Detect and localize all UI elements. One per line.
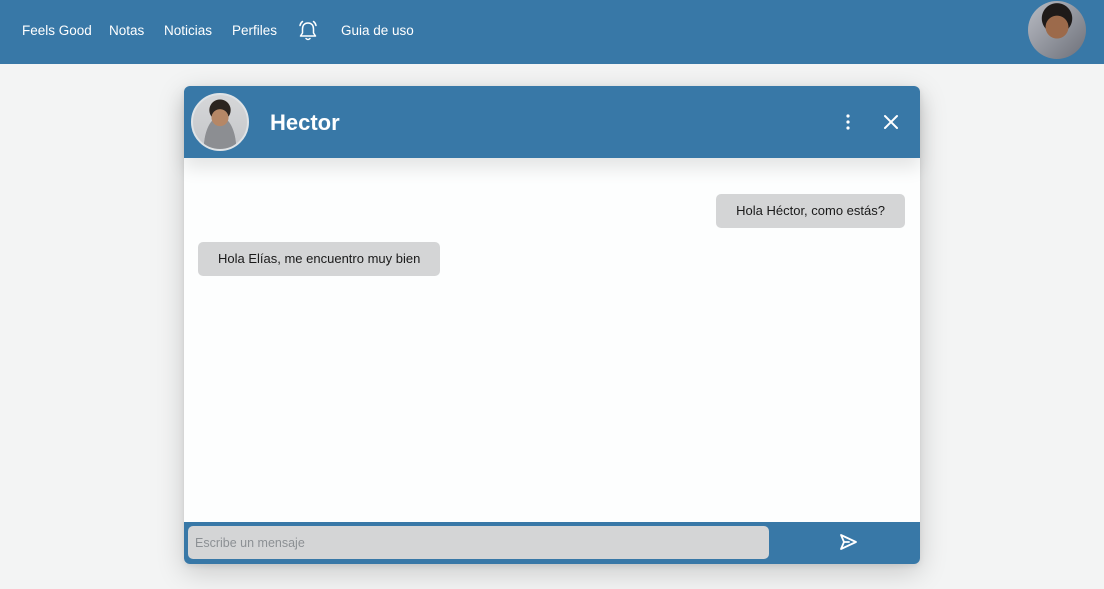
chat-header: Hector [184,86,920,158]
nav-link-noticias[interactable]: Noticias [164,22,212,40]
nav-link-perfiles[interactable]: Perfiles [232,22,277,40]
close-icon[interactable] [880,111,902,133]
send-icon[interactable] [838,532,858,552]
user-avatar[interactable] [1028,1,1086,59]
message-received: Hola Elías, me encuentro muy bien [198,242,441,276]
nav-link-guia-de-uso[interactable]: Guia de uso [341,22,414,40]
nav-link-feels-good[interactable]: Feels Good [22,22,92,40]
message-composer [184,522,920,564]
top-navbar: Feels Good Notas Noticias Perfiles Guia … [0,0,1104,64]
contact-avatar [191,93,249,151]
message-sent: Hola Héctor, como estás? [716,194,905,228]
message-input[interactable] [188,526,769,559]
bell-icon[interactable] [298,20,318,42]
nav-link-notas[interactable]: Notas [109,22,144,40]
contact-name: Hector [270,110,340,135]
more-vertical-icon[interactable] [840,111,856,133]
chat-window: Hector Hola Héctor, como estás? Hola Elí… [184,86,920,564]
